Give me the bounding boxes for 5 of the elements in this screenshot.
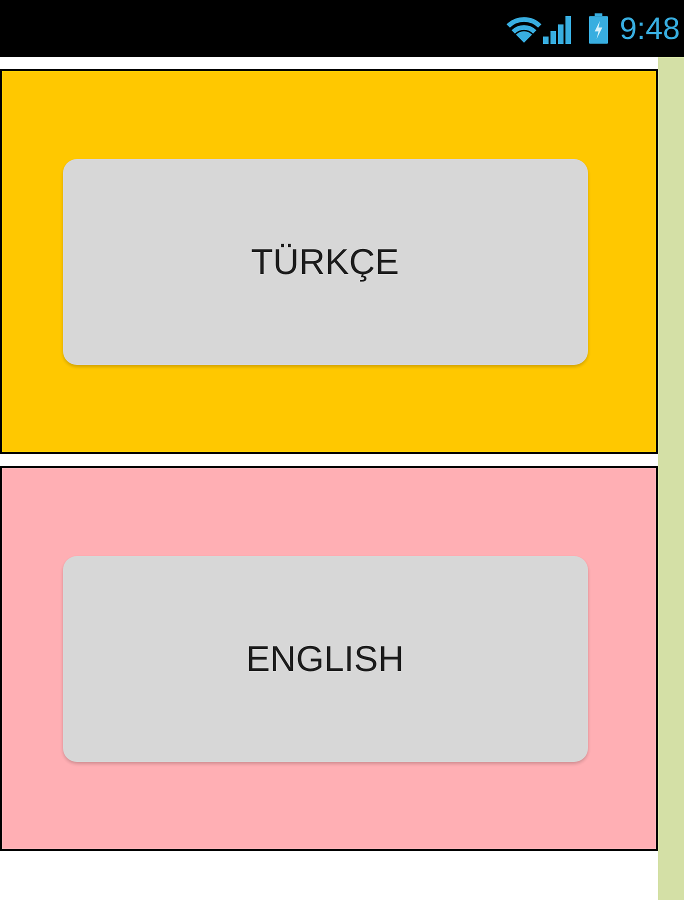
clock-time: 9:48 bbox=[620, 13, 680, 44]
language-button[interactable]: ENGLISH bbox=[62, 556, 588, 762]
signal-icon bbox=[542, 16, 571, 44]
language-button[interactable]: TÜRKÇE bbox=[62, 158, 588, 364]
battery-charging-icon bbox=[588, 13, 608, 44]
